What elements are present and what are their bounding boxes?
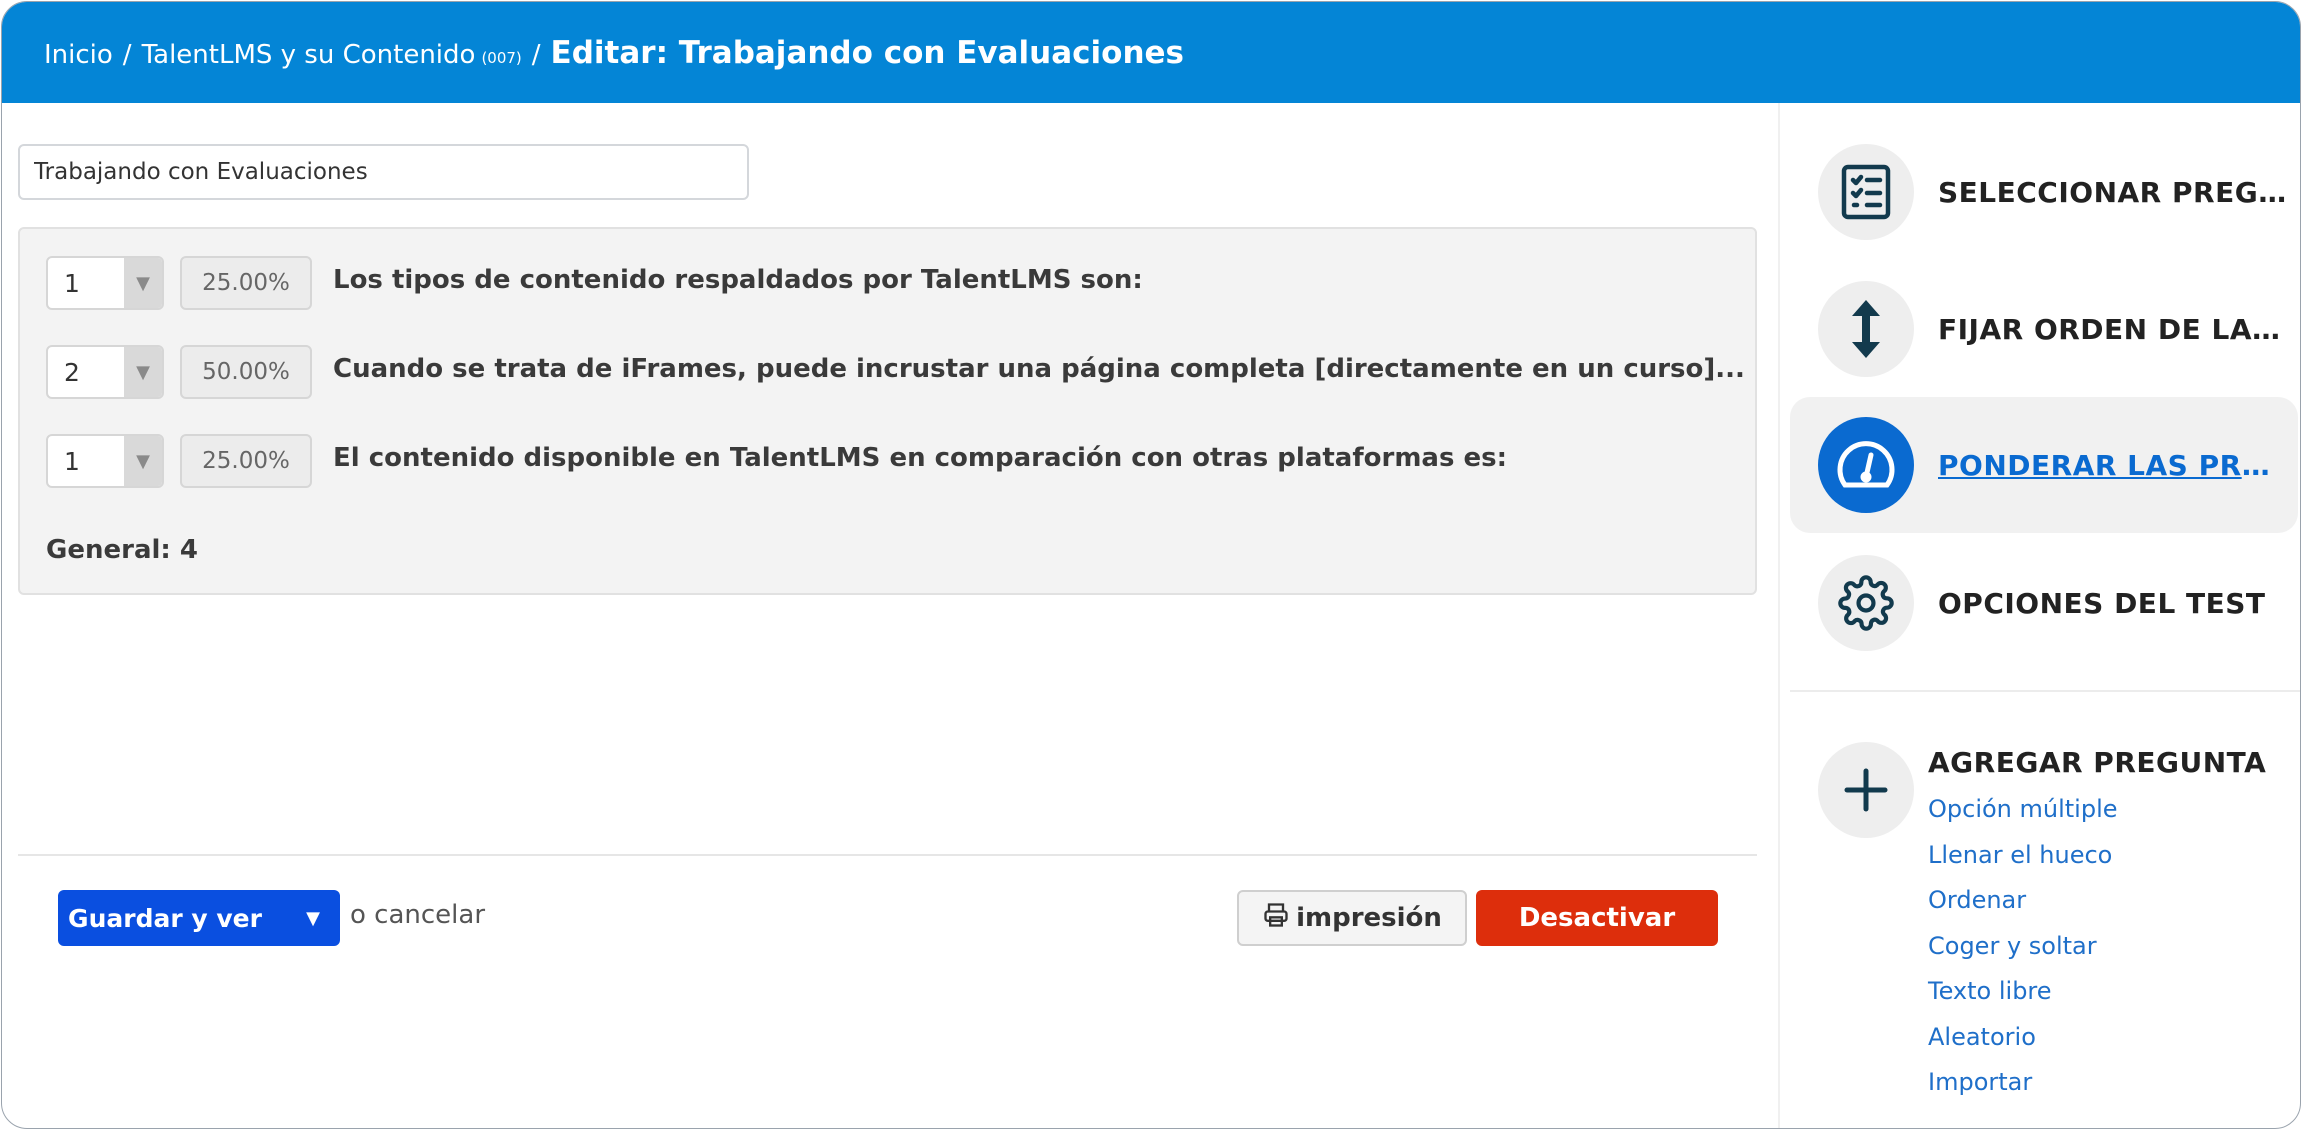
print-button-label: impresión	[1296, 903, 1442, 933]
add-question-title: AGREGAR PREGUNTA	[1928, 746, 2267, 779]
question-type-multiple-choice-link[interactable]: Opción múltiple	[1928, 795, 2118, 841]
question-weights-panel: 1 ▼ 25.00% Los tipos de contenido respal…	[18, 227, 1757, 595]
save-options-caret-icon[interactable]: ▼	[286, 890, 340, 946]
deactivate-button[interactable]: Desactivar	[1476, 890, 1718, 946]
test-name-input[interactable]	[18, 144, 749, 200]
weight-select-value: 2	[64, 357, 80, 387]
plus-icon	[1818, 742, 1914, 838]
breadcrumb-separator: /	[122, 39, 132, 70]
sidebar-item-set-order[interactable]: FIJAR ORDEN DE LAS PR...	[1790, 261, 2298, 397]
breadcrumb-course-link[interactable]: TalentLMS y su Contenido	[142, 40, 476, 70]
sidebar: SELECCIONAR PREGUNT... FIJAR ORDEN DE LA…	[1778, 103, 2300, 1128]
main-content: 1 ▼ 25.00% Los tipos de contenido respal…	[2, 103, 1778, 1128]
question-type-import-link[interactable]: Importar	[1928, 1068, 2118, 1114]
dropdown-arrow-icon: ▼	[124, 347, 162, 397]
sidebar-item-label: PONDERAR LAS PREGU...	[1938, 448, 2288, 482]
weight-percentage: 50.00%	[180, 345, 312, 399]
weight-select-value: 1	[64, 446, 80, 476]
printer-icon	[1262, 901, 1290, 936]
weight-select[interactable]: 2 ▼	[46, 345, 164, 399]
question-text: Cuando se trata de iFrames, puede incrus…	[333, 354, 1745, 384]
question-weight-row: 1 ▼ 25.00% El contenido disponible en Ta…	[46, 433, 1507, 489]
sidebar-item-select-questions[interactable]: SELECCIONAR PREGUNT...	[1790, 124, 2298, 260]
sidebar-item-label: OPCIONES DEL TEST	[1938, 586, 2266, 620]
weight-percentage: 25.00%	[180, 434, 312, 488]
question-text: Los tipos de contenido respaldados por T…	[333, 265, 1143, 295]
weight-percentage: 25.00%	[180, 256, 312, 310]
question-type-fill-the-gap-link[interactable]: Llenar el hueco	[1928, 841, 2118, 887]
breadcrumb-course-code: (007)	[481, 48, 522, 67]
question-weight-row: 1 ▼ 25.00% Los tipos de contenido respal…	[46, 255, 1143, 311]
question-list-icon	[1818, 144, 1914, 240]
sidebar-item-label: SELECCIONAR PREGUNT...	[1938, 175, 2288, 209]
question-type-random-link[interactable]: Aleatorio	[1928, 1023, 2118, 1069]
cancel-link[interactable]: o cancelar	[350, 900, 485, 930]
breadcrumb-separator: /	[531, 39, 541, 70]
weight-select[interactable]: 1 ▼	[46, 256, 164, 310]
save-button-group: Guardar y ver ▼	[58, 890, 340, 946]
dropdown-arrow-icon: ▼	[124, 258, 162, 308]
weight-select-value: 1	[64, 268, 80, 298]
sidebar-divider	[1790, 690, 2300, 692]
breadcrumb-home-link[interactable]: Inicio	[44, 40, 113, 70]
print-button[interactable]: impresión	[1237, 890, 1467, 946]
sidebar-item-weight-questions[interactable]: PONDERAR LAS PREGU...	[1790, 397, 2298, 533]
page-title: Editar: Trabajando con Evaluaciones	[550, 34, 1185, 71]
breadcrumb: Inicio / TalentLMS y su Contenido (007) …	[44, 35, 1184, 71]
question-weight-row: 2 ▼ 50.00% Cuando se trata de iFrames, p…	[46, 344, 1745, 400]
general-total: General: 4	[46, 535, 198, 565]
question-type-free-text-link[interactable]: Texto libre	[1928, 977, 2118, 1023]
sidebar-item-label: FIJAR ORDEN DE LAS PR...	[1938, 312, 2288, 346]
dropdown-arrow-icon: ▼	[124, 436, 162, 486]
question-type-drag-and-drop-link[interactable]: Coger y soltar	[1928, 932, 2118, 978]
weight-select[interactable]: 1 ▼	[46, 434, 164, 488]
question-type-ordering-link[interactable]: Ordenar	[1928, 886, 2118, 932]
question-type-list: Opción múltiple Llenar el hueco Ordenar …	[1928, 795, 2118, 1114]
question-text: El contenido disponible en TalentLMS en …	[333, 443, 1508, 473]
sidebar-item-test-options[interactable]: OPCIONES DEL TEST	[1790, 535, 2298, 671]
vertical-arrows-icon	[1818, 281, 1914, 377]
app-frame: Inicio / TalentLMS y su Contenido (007) …	[1, 1, 2301, 1129]
gear-icon	[1818, 555, 1914, 651]
footer-divider	[18, 854, 1757, 856]
gauge-icon	[1818, 417, 1914, 513]
save-and-view-button[interactable]: Guardar y ver	[58, 890, 286, 946]
page-header: Inicio / TalentLMS y su Contenido (007) …	[2, 2, 2300, 103]
